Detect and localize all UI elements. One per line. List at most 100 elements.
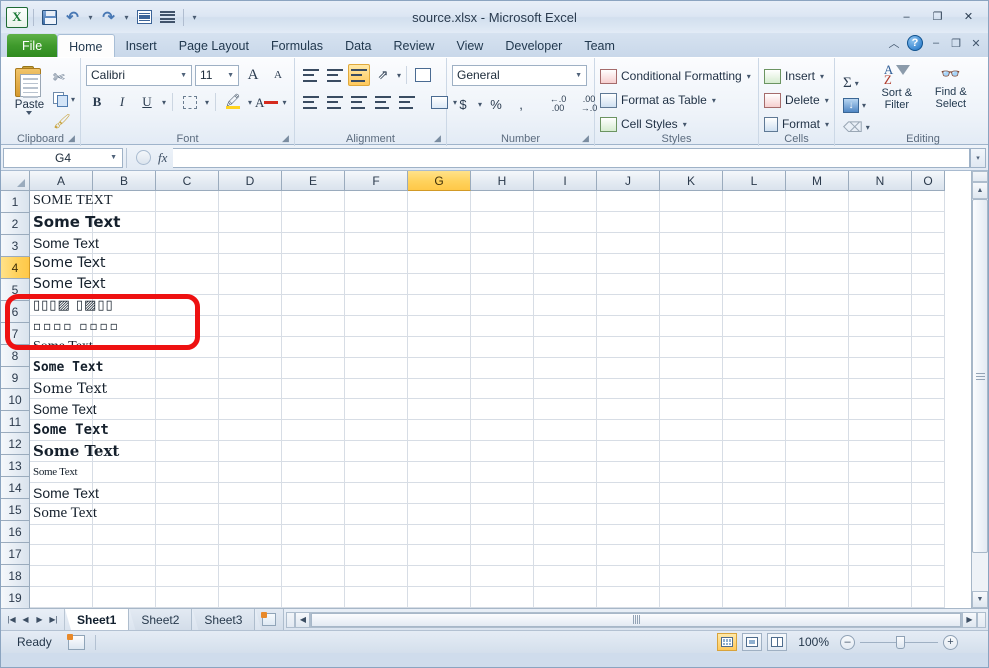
cell-K7[interactable]: [660, 316, 723, 337]
cell-F16[interactable]: [345, 504, 408, 525]
cell-N19[interactable]: [849, 566, 912, 587]
row-header-2[interactable]: 2: [1, 213, 30, 235]
cell-I11[interactable]: [534, 399, 597, 420]
column-header-a[interactable]: A: [30, 171, 93, 191]
cell-J8[interactable]: [597, 337, 660, 358]
collapse-ribbon-icon[interactable]: ︿: [887, 35, 901, 51]
cell-I8[interactable]: [534, 337, 597, 358]
cell-H3[interactable]: [471, 233, 534, 254]
cell-F19[interactable]: [345, 566, 408, 587]
cell-C4[interactable]: [156, 254, 219, 275]
cell-L5[interactable]: [723, 274, 786, 295]
cell-D7[interactable]: [219, 316, 282, 337]
cell-L8[interactable]: [723, 337, 786, 358]
cell-B6[interactable]: [93, 295, 156, 316]
cell-O19[interactable]: [912, 566, 945, 587]
underline-dropdown-icon[interactable]: ▾: [162, 98, 166, 107]
cell-M6[interactable]: [786, 295, 849, 316]
column-header-j[interactable]: J: [597, 171, 660, 191]
cell-H20[interactable]: [471, 587, 534, 608]
cell-C2[interactable]: [156, 212, 219, 233]
cell-F6[interactable]: [345, 295, 408, 316]
cell-L12[interactable]: [723, 420, 786, 441]
customize-qat-icon[interactable]: ▾: [189, 13, 200, 22]
cell-I17[interactable]: [534, 525, 597, 546]
fill-color-button[interactable]: 🖍: [222, 91, 244, 113]
cell-M18[interactable]: [786, 545, 849, 566]
cell-J12[interactable]: [597, 420, 660, 441]
cell-E3[interactable]: [282, 233, 345, 254]
row-header-18[interactable]: 18: [1, 565, 30, 587]
cell-N11[interactable]: [849, 399, 912, 420]
insert-worksheet-button[interactable]: [255, 609, 284, 630]
chevron-down-icon[interactable]: ▾: [825, 96, 829, 105]
page-break-view-button[interactable]: [767, 633, 787, 651]
cell-A3[interactable]: Some Text: [30, 233, 93, 254]
cell-L2[interactable]: [723, 212, 786, 233]
zoom-in-button[interactable]: +: [943, 635, 958, 650]
orientation-button[interactable]: ⇗: [372, 64, 394, 86]
column-header-o[interactable]: O: [912, 171, 945, 191]
cell-M10[interactable]: [786, 379, 849, 400]
cell-B9[interactable]: [93, 358, 156, 379]
cell-I13[interactable]: [534, 441, 597, 462]
cell-J15[interactable]: [597, 483, 660, 504]
cell-D6[interactable]: [219, 295, 282, 316]
row-header-5[interactable]: 5: [1, 279, 30, 301]
cell-H4[interactable]: [471, 254, 534, 275]
cell-J3[interactable]: [597, 233, 660, 254]
cell-O13[interactable]: [912, 441, 945, 462]
cell-O1[interactable]: [912, 191, 945, 212]
cell-E14[interactable]: [282, 462, 345, 483]
vertical-scroll-thumb[interactable]: [972, 199, 988, 553]
cell-L11[interactable]: [723, 399, 786, 420]
cell-G20[interactable]: [408, 587, 471, 608]
cell-G13[interactable]: [408, 441, 471, 462]
cell-G19[interactable]: [408, 566, 471, 587]
cell-E7[interactable]: [282, 316, 345, 337]
cell-M1[interactable]: [786, 191, 849, 212]
cell-K16[interactable]: [660, 504, 723, 525]
cell-K14[interactable]: [660, 462, 723, 483]
cell-O4[interactable]: [912, 254, 945, 275]
cell-M16[interactable]: [786, 504, 849, 525]
cell-O12[interactable]: [912, 420, 945, 441]
format-cells-button[interactable]: Format ▾: [764, 113, 829, 135]
accounting-dropdown-icon[interactable]: ▾: [478, 100, 482, 109]
sheet-tab-sheet1[interactable]: Sheet1: [65, 609, 129, 630]
record-macro-icon[interactable]: [68, 635, 85, 650]
cell-D16[interactable]: [219, 504, 282, 525]
cell-E20[interactable]: [282, 587, 345, 608]
cell-J10[interactable]: [597, 379, 660, 400]
cell-D2[interactable]: [219, 212, 282, 233]
cell-styles-button[interactable]: Cell Styles ▾: [600, 113, 753, 135]
cell-B17[interactable]: [93, 525, 156, 546]
cell-E13[interactable]: [282, 441, 345, 462]
cell-J16[interactable]: [597, 504, 660, 525]
cell-J6[interactable]: [597, 295, 660, 316]
cell-A15[interactable]: Some Text: [30, 483, 93, 504]
font-name-combo[interactable]: Calibri ▼: [86, 65, 192, 86]
cell-C10[interactable]: [156, 379, 219, 400]
cell-N4[interactable]: [849, 254, 912, 275]
cell-C1[interactable]: [156, 191, 219, 212]
chevron-down-icon[interactable]: ▾: [683, 120, 687, 129]
resize-grip-icon[interactable]: [966, 636, 978, 648]
chevron-down-icon[interactable]: ▾: [747, 72, 751, 81]
chevron-down-icon[interactable]: ▾: [712, 96, 716, 105]
cell-A17[interactable]: [30, 525, 93, 546]
tab-home[interactable]: Home: [57, 34, 114, 58]
row-header-8[interactable]: 8: [1, 345, 30, 367]
cell-E19[interactable]: [282, 566, 345, 587]
cell-C18[interactable]: [156, 545, 219, 566]
row-header-13[interactable]: 13: [1, 455, 30, 477]
cell-O20[interactable]: [912, 587, 945, 608]
cell-M4[interactable]: [786, 254, 849, 275]
fill-dropdown-icon[interactable]: ▾: [862, 101, 866, 110]
cell-C7[interactable]: [156, 316, 219, 337]
vertical-scrollbar[interactable]: ▲ ▼: [971, 171, 988, 608]
cell-E15[interactable]: [282, 483, 345, 504]
horizontal-split-handle-left[interactable]: [286, 612, 295, 628]
cell-L17[interactable]: [723, 525, 786, 546]
scroll-down-icon[interactable]: ▼: [972, 591, 988, 608]
